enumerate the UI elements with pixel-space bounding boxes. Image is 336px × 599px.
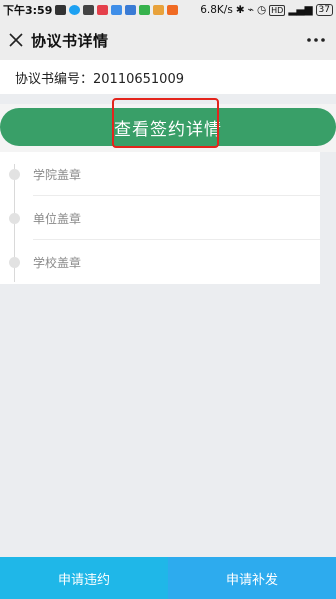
apply-reissue-button[interactable]: 申请补发 bbox=[168, 557, 336, 599]
view-signing-details-button[interactable]: 查看签约详情 bbox=[0, 108, 336, 146]
bluetooth-icon: ✱ bbox=[235, 4, 245, 16]
battery-icon: 37 bbox=[315, 4, 333, 16]
divider bbox=[0, 94, 336, 104]
notification-icons bbox=[55, 5, 179, 15]
app-icon bbox=[97, 5, 109, 15]
network-speed: 6.8K/s bbox=[200, 4, 233, 16]
alarm-icon: ◷ bbox=[256, 4, 267, 16]
timeline-item: 学院盖章 bbox=[0, 152, 320, 196]
timeline-dot-icon bbox=[9, 168, 20, 180]
more-icon[interactable] bbox=[296, 20, 336, 60]
message-icon bbox=[55, 5, 67, 15]
status-bar: 下午3:59 6.8K/s ✱ ⌁ ◷ HD ▂▄▆ 37 bbox=[0, 0, 336, 20]
close-icon[interactable] bbox=[1, 20, 31, 60]
apply-violation-button[interactable]: 申请违约 bbox=[0, 557, 168, 599]
status-time: 下午3:59 bbox=[3, 4, 53, 17]
page-title: 协议书详情 bbox=[31, 31, 109, 50]
header: 协议书详情 bbox=[0, 20, 336, 60]
college-stamp-label: 学院盖章 bbox=[33, 167, 82, 182]
app-icon bbox=[167, 5, 179, 15]
timeline-item: 学校盖章 bbox=[0, 240, 320, 284]
signal-icon: ▂▄▆ bbox=[288, 4, 313, 16]
app-icon bbox=[111, 5, 123, 15]
vibrate-icon: ⌁ bbox=[247, 4, 254, 16]
timeline-item: 单位盖章 bbox=[0, 196, 320, 240]
timeline-dot-icon bbox=[9, 212, 20, 224]
qq-icon bbox=[69, 5, 81, 15]
stamp-timeline: 学院盖章 单位盖章 学校盖章 bbox=[0, 152, 320, 284]
agreement-number: 协议书编号：20110651009 bbox=[0, 60, 336, 94]
bottom-action-bar: 申请违约 申请补发 bbox=[0, 557, 336, 599]
app-icon bbox=[125, 5, 137, 15]
status-right: 6.8K/s ✱ ⌁ ◷ HD ▂▄▆ 37 bbox=[200, 4, 333, 16]
app-icon bbox=[153, 5, 165, 15]
app-icon bbox=[83, 5, 95, 15]
school-stamp-label: 学校盖章 bbox=[33, 255, 82, 270]
more-dots bbox=[307, 38, 325, 42]
app-icon bbox=[139, 5, 151, 15]
employer-stamp-label: 单位盖章 bbox=[33, 211, 82, 226]
detail-section: 查看签约详情 bbox=[0, 98, 336, 152]
hd-icon: HD bbox=[269, 4, 286, 16]
close-glyph bbox=[9, 33, 23, 47]
timeline-dot-icon bbox=[9, 256, 20, 268]
